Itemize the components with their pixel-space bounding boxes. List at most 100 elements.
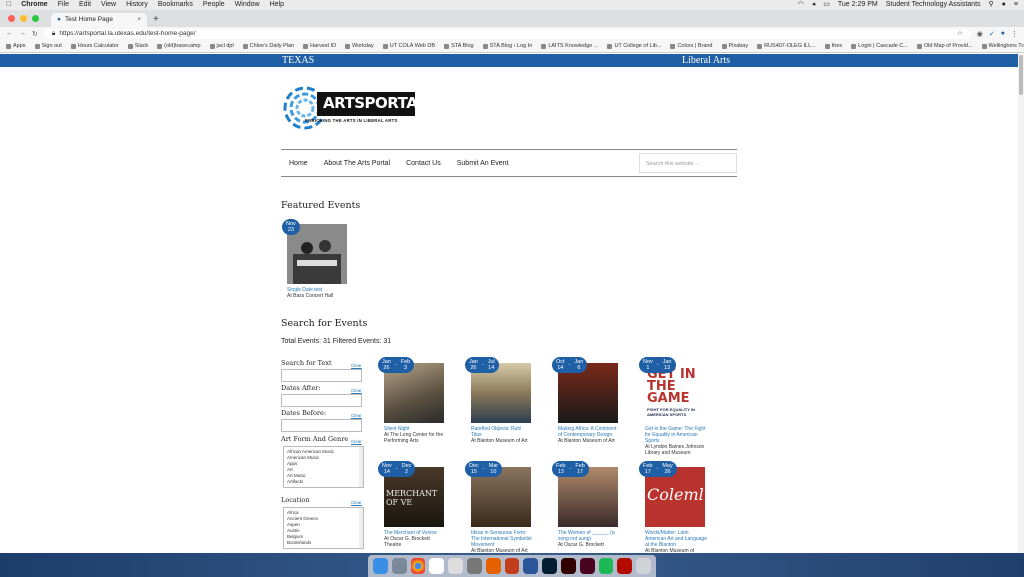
- listbox-scrollbar[interactable]: [359, 447, 363, 487]
- menu-chrome[interactable]: Chrome: [21, 0, 47, 10]
- bookmark-item[interactable]: STA Blog › Log In: [482, 43, 532, 49]
- firefox-icon[interactable]: [485, 558, 501, 574]
- bookmark-item[interactable]: Chloe's Daily Plan: [242, 43, 294, 49]
- search-icon[interactable]: ⚲: [989, 0, 994, 10]
- bookmark-item[interactable]: STA Blog: [444, 43, 474, 49]
- menu-list-icon[interactable]: ≡: [1014, 0, 1018, 10]
- new-tab-button[interactable]: +: [153, 14, 159, 25]
- event-title-link[interactable]: Ideas in Sensuous Form: The Internationa…: [471, 530, 533, 548]
- event-title-link[interactable]: Rarefied Objects: Ruhi Titus: [471, 426, 533, 438]
- artsportal-logo[interactable]: ARTSPORTAL ENRICHING THE ARTS IN LIBERAL…: [281, 80, 427, 135]
- texas-wordmark[interactable]: TEXAS: [282, 54, 314, 67]
- menu-edit[interactable]: Edit: [79, 0, 91, 10]
- dates-after-input[interactable]: [281, 394, 362, 407]
- end-day: 3: [403, 365, 407, 371]
- bookmark-item[interactable]: Workday: [345, 43, 374, 49]
- zoom-window-button[interactable]: [32, 15, 39, 22]
- genre-option[interactable]: Artifacts: [287, 479, 360, 485]
- trash-icon[interactable]: [636, 558, 651, 574]
- menu-bookmarks[interactable]: Bookmarks: [158, 0, 193, 10]
- bookmark-item[interactable]: thes: [824, 43, 842, 49]
- bookmark-item[interactable]: LAITS Knowledge ...: [541, 43, 598, 49]
- event-title-link[interactable]: Get in the Game: The Fight for Equality …: [645, 426, 707, 444]
- menu-view[interactable]: View: [101, 0, 116, 10]
- menu-file[interactable]: File: [58, 0, 69, 10]
- minimize-window-button[interactable]: [20, 15, 27, 22]
- finder-icon[interactable]: [373, 558, 388, 574]
- bookmark-item[interactable]: Old Map of Provid...: [916, 43, 973, 49]
- bookmark-item[interactable]: Apps: [6, 43, 26, 49]
- bookmark-item[interactable]: Sign out: [34, 43, 62, 49]
- bookmark-item[interactable]: UT COLA Web DB: [382, 43, 435, 49]
- user-name[interactable]: Student Technology Assistants: [886, 0, 981, 10]
- close-tab-icon[interactable]: ×: [137, 13, 141, 27]
- siri-icon[interactable]: ●: [1002, 0, 1006, 10]
- extension-icon[interactable]: ◉: [977, 30, 983, 38]
- back-icon[interactable]: ←: [6, 30, 13, 37]
- clear-text-link[interactable]: Clear: [351, 363, 362, 368]
- address-bar[interactable]: 🔒︎ https://artsportal.la.utexas.edu/test…: [43, 28, 971, 39]
- check-extension-icon[interactable]: ✓: [989, 30, 995, 38]
- nav-home[interactable]: Home: [281, 160, 316, 167]
- nav-submit-event[interactable]: Submit An Event: [449, 160, 517, 167]
- bookmark-item[interactable]: Login | Cascade C...: [851, 43, 908, 49]
- forward-icon[interactable]: →: [19, 30, 26, 37]
- system-preferences-icon[interactable]: [466, 558, 482, 574]
- launchpad-icon[interactable]: [391, 558, 407, 574]
- bookmark-item[interactable]: RUS407-OLEG ILL...: [757, 43, 816, 49]
- reload-icon[interactable]: ↻: [32, 30, 38, 38]
- profile-avatar[interactable]: ●: [1001, 30, 1005, 37]
- bookmark-item[interactable]: (old)basecamp: [157, 43, 201, 49]
- clear-genre-link[interactable]: Clear: [351, 439, 362, 444]
- menu-window[interactable]: Window: [235, 0, 260, 10]
- menu-history[interactable]: History: [126, 0, 148, 10]
- word-icon[interactable]: [523, 558, 539, 574]
- messages-icon[interactable]: [429, 558, 445, 574]
- event-title-link[interactable]: Making Africa: A Continent of Contempora…: [558, 426, 620, 438]
- indesign-icon[interactable]: [579, 558, 595, 574]
- clear-after-link[interactable]: Clear: [351, 388, 362, 393]
- photoshop-icon[interactable]: [542, 558, 557, 574]
- bookmark-item[interactable]: UT College of Lib...: [607, 43, 661, 49]
- battery-icon[interactable]: ▭: [823, 0, 830, 10]
- bookmark-item[interactable]: jacl dpl: [209, 43, 234, 49]
- apple-icon[interactable]: : [6, 0, 11, 10]
- bookmark-item[interactable]: Slack: [127, 43, 148, 49]
- page-scrollbar[interactable]: [1018, 54, 1024, 554]
- photos-icon[interactable]: [448, 558, 463, 574]
- bookmark-item[interactable]: Hours Calculator: [70, 43, 119, 49]
- clear-before-link[interactable]: Clear: [351, 413, 362, 418]
- event-title-link[interactable]: The Women of ______ (a song not sung): [558, 530, 620, 542]
- liberal-arts-wordmark[interactable]: Liberal Arts: [682, 54, 730, 67]
- event-title-link[interactable]: Words/Matter: Latin American Art and Lan…: [645, 530, 707, 548]
- dates-before-input[interactable]: [281, 419, 362, 432]
- acrobat-icon[interactable]: [617, 558, 633, 574]
- bookmark-item[interactable]: Colors | Brand: [670, 43, 713, 49]
- nav-contact[interactable]: Contact Us: [398, 160, 449, 167]
- powerpoint-icon[interactable]: [504, 558, 520, 574]
- close-window-button[interactable]: [8, 15, 15, 22]
- bookmark-item[interactable]: Wellingtons Travel...: [981, 43, 1024, 49]
- menu-help[interactable]: Help: [270, 0, 284, 10]
- browser-tab[interactable]: ● Test Home Page ×: [51, 13, 147, 27]
- search-text-input[interactable]: [281, 369, 362, 382]
- bookmark-item[interactable]: Harvest ID: [303, 43, 336, 49]
- spotify-icon[interactable]: [598, 558, 614, 574]
- nav-about[interactable]: About The Arts Portal: [316, 160, 398, 167]
- site-search-input[interactable]: Search this website ...: [639, 153, 737, 173]
- illustrator-icon[interactable]: [560, 558, 576, 574]
- menu-people[interactable]: People: [203, 0, 225, 10]
- genre-listbox[interactable]: African American Music American Music Ap…: [283, 446, 364, 488]
- bookmark-item[interactable]: Pixabay: [721, 43, 748, 49]
- location-option[interactable]: Borderlands: [287, 540, 360, 546]
- wifi-icon[interactable]: ◠: [798, 0, 804, 10]
- clear-location-link[interactable]: Clear: [351, 500, 362, 505]
- clock[interactable]: Tue 2:29 PM: [838, 0, 878, 10]
- bookmark-star-icon[interactable]: ☆: [957, 29, 963, 39]
- more-menu-icon[interactable]: ⋮: [1011, 30, 1018, 38]
- chrome-icon[interactable]: [410, 558, 426, 574]
- volume-icon[interactable]: ◂: [812, 0, 816, 10]
- scrollbar-thumb[interactable]: [1019, 55, 1023, 95]
- location-listbox[interactable]: Africa Ancient Greece Aspen Austin Belgi…: [283, 507, 364, 549]
- listbox-scrollbar[interactable]: [359, 508, 363, 548]
